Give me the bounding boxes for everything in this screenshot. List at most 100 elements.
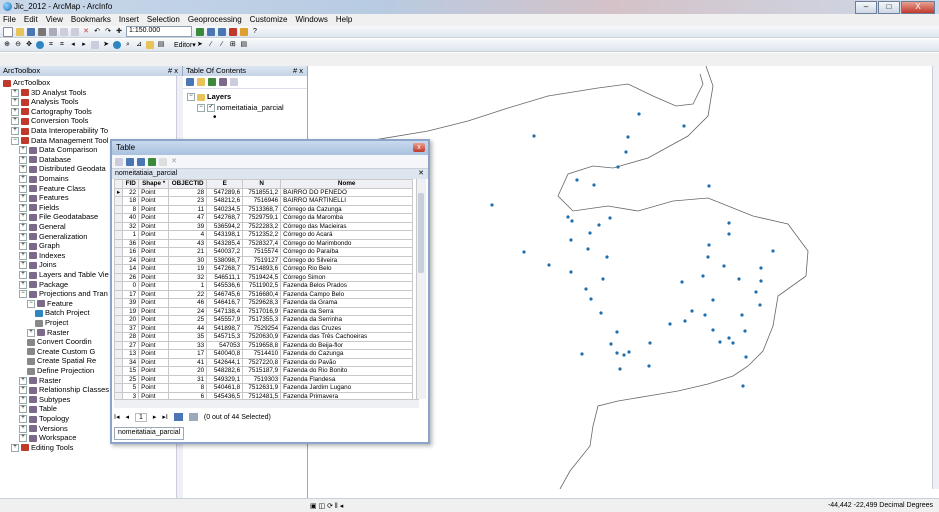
expand-icon[interactable]: +: [19, 395, 27, 404]
map-point[interactable]: [759, 266, 763, 270]
expand-icon[interactable]: +: [19, 386, 27, 395]
table-cell[interactable]: 7516946: [242, 196, 282, 206]
html-popup-icon[interactable]: ▤: [157, 41, 165, 49]
table-cell[interactable]: Point: [138, 357, 170, 367]
table-cell[interactable]: 536594,2: [206, 221, 244, 231]
toolbox-item[interactable]: + Graph: [19, 241, 60, 251]
map-point[interactable]: [570, 219, 574, 223]
toolbox-item[interactable]: + Topology: [19, 414, 69, 424]
toolbox-item[interactable]: + Database: [19, 155, 71, 165]
collapse-icon[interactable]: −: [27, 299, 35, 308]
expand-icon[interactable]: +: [19, 271, 27, 279]
expand-icon[interactable]: +: [19, 165, 27, 174]
menu-customize[interactable]: Customize: [250, 14, 288, 26]
map-point[interactable]: [624, 150, 628, 154]
table-cell[interactable]: 7519424,5: [242, 272, 282, 282]
table-cell[interactable]: Fazenda Flandesa: [280, 374, 414, 384]
expand-icon[interactable]: +: [19, 194, 27, 203]
table-cell[interactable]: 8: [168, 383, 208, 393]
table-cell[interactable]: 547138,4: [206, 306, 244, 316]
row-selector[interactable]: [114, 366, 124, 376]
menu-help[interactable]: Help: [336, 14, 352, 26]
table-cell[interactable]: 8: [122, 204, 140, 214]
list-by-visibility-icon[interactable]: [208, 78, 216, 86]
table-cell[interactable]: 547289,6: [206, 187, 244, 197]
toolbox-item[interactable]: + Table: [19, 404, 57, 414]
table-cell[interactable]: 548212,6: [206, 196, 244, 206]
back-icon[interactable]: ◂: [69, 41, 77, 49]
new-document-icon[interactable]: [3, 26, 13, 37]
table-cell[interactable]: Point: [138, 349, 170, 359]
table-row[interactable]: 15 Point 20 548282,6 7515187,9 Fazenda do Rio…: [114, 366, 414, 376]
expand-icon[interactable]: +: [11, 107, 19, 116]
maximize-button[interactable]: □: [878, 1, 900, 14]
table-cell[interactable]: 7512352,2: [242, 230, 282, 240]
row-selector[interactable]: [114, 196, 124, 206]
table-cell[interactable]: Córrego das Macieiras: [280, 221, 414, 231]
table-cell[interactable]: 30: [168, 255, 208, 265]
map-point[interactable]: [690, 309, 694, 313]
table-row[interactable]: ▸ 22 Point 28 547289,6 7518551,2 BAIRRO DO PEN…: [114, 187, 414, 197]
show-selected-records-icon[interactable]: [188, 413, 198, 421]
table-cell[interactable]: Córrego da Cazunga: [280, 204, 414, 214]
table-cell[interactable]: 28: [122, 332, 140, 342]
table-cell[interactable]: 543285,4: [206, 238, 244, 248]
table-cell[interactable]: 7513368,7: [242, 204, 282, 214]
expand-icon[interactable]: +: [19, 434, 27, 443]
table-cell[interactable]: Point: [138, 272, 170, 282]
map-point[interactable]: [759, 279, 763, 283]
toolbox-item[interactable]: + Generalization: [19, 232, 87, 242]
zoom-out-icon[interactable]: ⊖: [14, 41, 22, 49]
list-by-source-icon[interactable]: [197, 78, 205, 86]
find-icon[interactable]: ⌕: [124, 41, 132, 49]
toolbox-item[interactable]: + Conversion Tools: [11, 116, 88, 126]
table-cell[interactable]: Point: [138, 298, 170, 308]
menu-selection[interactable]: Selection: [147, 14, 180, 26]
map-point[interactable]: [741, 384, 745, 388]
row-selector[interactable]: [114, 213, 124, 223]
expand-icon[interactable]: +: [11, 117, 19, 126]
table-cell[interactable]: 541898,7: [206, 323, 244, 333]
collapse-icon[interactable]: −: [11, 136, 19, 145]
toolbox-item[interactable]: + Raster: [27, 328, 69, 338]
table-cell[interactable]: 7519127: [242, 255, 282, 265]
table-cell[interactable]: 39: [168, 221, 208, 231]
table-cell[interactable]: Fazenda das Três Cachoeiras: [280, 332, 414, 342]
table-footer-tab[interactable]: nomeitatiaia_parcial: [114, 427, 185, 440]
map-point[interactable]: [743, 329, 747, 333]
map-point[interactable]: [589, 297, 593, 301]
row-selector[interactable]: [114, 332, 124, 342]
table-cell[interactable]: 7529254: [242, 323, 282, 333]
identify-icon[interactable]: [113, 41, 121, 49]
open-folder-icon[interactable]: [16, 27, 24, 36]
table-cell[interactable]: Point: [138, 374, 170, 384]
table-cell[interactable]: 0: [122, 281, 140, 291]
tab-close-icon[interactable]: ✕: [418, 169, 424, 179]
menu-edit[interactable]: Edit: [24, 14, 38, 26]
table-cell[interactable]: Point: [138, 238, 170, 248]
map-point[interactable]: [727, 232, 731, 236]
table-cell[interactable]: 26: [122, 272, 140, 282]
menu-bookmarks[interactable]: Bookmarks: [71, 14, 111, 26]
table-cell[interactable]: 24: [168, 306, 208, 316]
table-cell[interactable]: 7514410: [242, 349, 282, 359]
attributes-icon[interactable]: ▤: [240, 41, 248, 49]
undo-icon[interactable]: ↶: [93, 28, 101, 36]
menu-view[interactable]: View: [46, 14, 63, 26]
table-cell[interactable]: 545715,3: [206, 332, 244, 342]
row-selector[interactable]: [114, 383, 124, 393]
table-cell[interactable]: 548282,6: [206, 366, 244, 376]
table-row[interactable]: 19 Point 24 547138,4 7517016,9 Fazenda da Ser…: [114, 306, 414, 316]
map-point[interactable]: [707, 184, 711, 188]
table-cell[interactable]: 11: [168, 204, 208, 214]
table-row[interactable]: 18 Point 23 548212,6 7516946 BAIRRO MARTINELL…: [114, 196, 414, 206]
table-cell[interactable]: Fazenda do Rio Bonito: [280, 366, 414, 376]
collapse-icon[interactable]: −: [197, 104, 205, 112]
table-of-contents-icon[interactable]: [207, 27, 215, 36]
table-cell[interactable]: Point: [138, 289, 170, 299]
table-cell[interactable]: 36: [122, 238, 140, 248]
table-cell[interactable]: 28: [168, 187, 208, 197]
toolbox-item[interactable]: Define Projection: [27, 366, 94, 376]
map-point[interactable]: [532, 134, 536, 138]
table-cell[interactable]: Córrego da Maromba: [280, 213, 414, 223]
